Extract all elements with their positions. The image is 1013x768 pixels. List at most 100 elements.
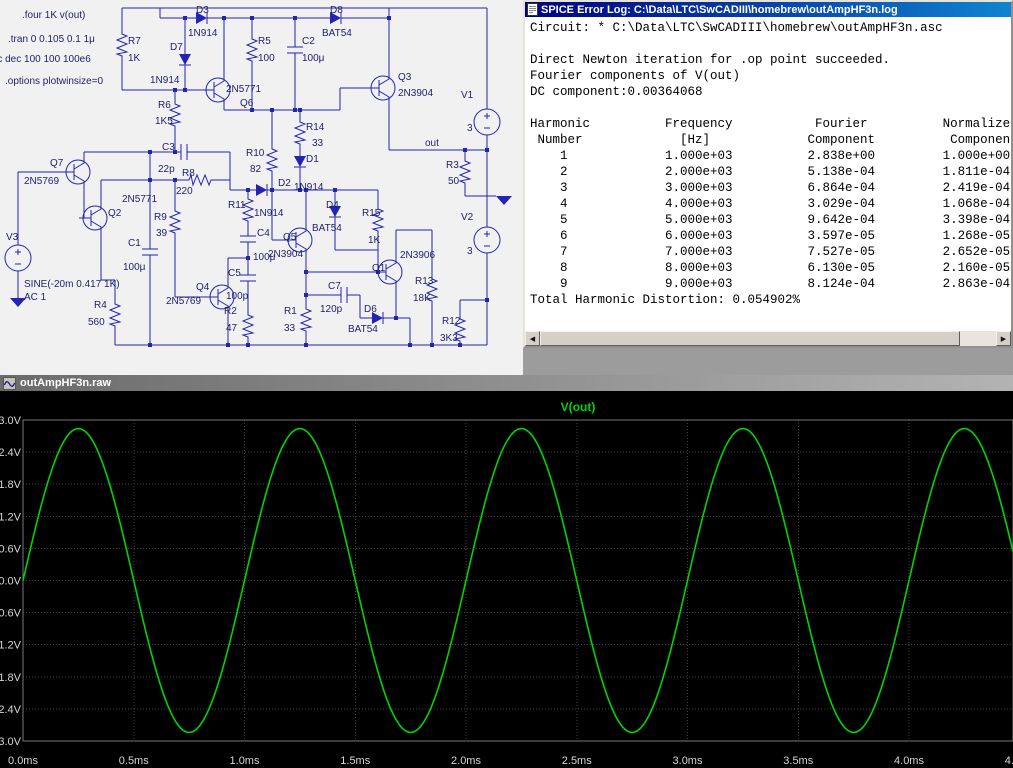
wire-junction (173, 178, 177, 182)
schematic-label: 2N3906 (400, 250, 435, 261)
log-line: 6 6.000e+03 3.597e-05 1.268e-05 (530, 228, 1011, 244)
waveform-icon (3, 377, 16, 390)
x-tick-label: 0.5ms (119, 755, 149, 767)
schematic-label: BAT54 (312, 223, 342, 234)
scroll-right-button[interactable]: ▶ (996, 331, 1011, 346)
log-line: 1 1.000e+03 2.838e+00 1.000e+00 (530, 148, 1011, 164)
schematic-label: .options plotwinsize=0 (5, 76, 104, 87)
schematic-label: 33 (284, 323, 296, 334)
log-content[interactable]: Circuit: * C:\Data\LTC\SwCADIII\homebrew… (525, 17, 1011, 331)
schematic-label: R12 (442, 316, 461, 327)
schematic-label: R11 (228, 200, 246, 211)
schematic-label: 82 (250, 164, 262, 175)
y-tick-label: -0.6V (0, 608, 22, 620)
schematic-label: Q7 (50, 158, 64, 169)
schematic-label: SINE(-20m 0.417 1K) (24, 279, 120, 290)
schematic-label: BAT54 (348, 324, 378, 335)
schematic-label: 100μ (123, 262, 146, 273)
h-scrollbar[interactable]: ◀ ▶ (525, 331, 1011, 346)
schematic-label: V3 (6, 232, 19, 243)
wire-junction (246, 188, 250, 192)
schematic-label: 1K (368, 235, 381, 246)
schematic-label: R15 (362, 208, 381, 219)
schematic-label: R4 (94, 300, 107, 311)
wire-junction (183, 16, 187, 20)
wire-junction (183, 88, 187, 92)
wire-junction (485, 148, 489, 152)
schematic-label: R6 (158, 100, 171, 111)
schematic-label: R1 (284, 306, 297, 317)
y-tick-label: 1.8V (0, 479, 22, 491)
schematic-label: 2N3904 (398, 88, 433, 99)
waveform-window: outAmpHF3n.raw 3.0V2.4V1.8V1.2V0.6V0.0V-… (0, 375, 1013, 768)
wire-junction (298, 108, 302, 112)
trace-legend: V(out) (561, 400, 596, 414)
schematic-label: 50 (448, 176, 460, 187)
log-line: Circuit: * C:\Data\LTC\SwCADIII\homebrew… (530, 20, 1011, 36)
schematic-label: 18K (413, 293, 431, 304)
wire-junction (304, 270, 308, 274)
schematic-label: BAT54 (322, 28, 352, 39)
log-line (530, 100, 1011, 116)
wire-junction (270, 108, 274, 112)
schematic-label: 1N914 (294, 182, 324, 193)
schematic-label: 220 (176, 186, 193, 197)
schematic-label: 33 (312, 138, 324, 149)
scrollbar-track[interactable] (540, 331, 996, 346)
waveform-titlebar[interactable]: outAmpHF3n.raw (0, 375, 1013, 391)
schematic-label: 39 (156, 228, 168, 239)
log-line (530, 36, 1011, 52)
scroll-left-button[interactable]: ◀ (525, 331, 540, 346)
schematic-label: 1N914 (150, 75, 180, 86)
wire-junction (250, 16, 254, 20)
waveform-plot[interactable]: 3.0V2.4V1.8V1.2V0.6V0.0V-0.6V-1.2V-1.8V-… (0, 391, 1013, 768)
wire-junction (387, 16, 391, 20)
x-tick-label: 1.5ms (340, 755, 370, 767)
schematic-label: 3 (467, 246, 473, 257)
y-tick-label: 0.0V (0, 576, 22, 588)
x-tick-label: 1.0ms (230, 755, 260, 767)
schematic-label: C5 (228, 268, 241, 279)
log-line: Direct Newton iteration for .op point su… (530, 52, 1011, 68)
y-tick-label: -3.0V (0, 736, 22, 748)
schematic-label: out (425, 138, 439, 149)
wire-junction (148, 343, 152, 347)
schematic-label: D3 (196, 5, 209, 16)
schematic-editor[interactable]: .four 1K v(out).tran 0 0.105 0.1 1μ.ac d… (0, 0, 523, 375)
schematic-label: R14 (306, 122, 325, 133)
schematic-label: R8 (182, 168, 195, 179)
schematic-label: .ac dec 100 100 100e6 (0, 54, 91, 65)
log-line: Harmonic Frequency Fourier Normalized (530, 116, 1011, 132)
schematic-label: 1K (128, 53, 141, 64)
y-tick-label: -1.2V (0, 640, 22, 652)
wire-junction (226, 343, 230, 347)
schematic-label: 3K3 (440, 333, 458, 344)
schematic-label: 2N5771 (226, 84, 261, 95)
y-tick-label: 3.0V (0, 415, 22, 427)
log-line: 3 3.000e+03 6.864e-04 2.419e-04 (530, 180, 1011, 196)
wire-junction (148, 150, 152, 154)
schematic-canvas[interactable]: .four 1K v(out).tran 0 0.105 0.1 1μ.ac d… (0, 0, 523, 375)
log-line: Total Harmonic Distortion: 0.054902% (530, 292, 1011, 308)
log-line: 7 7.000e+03 7.527e-05 2.652e-05 (530, 244, 1011, 260)
schematic-label: 120p (320, 304, 343, 315)
schematic-label: R2 (224, 306, 237, 317)
schematic-label: D1 (306, 154, 319, 165)
scrollbar-thumb[interactable] (540, 331, 960, 346)
schematic-label: 2N3904 (268, 249, 303, 260)
left-arrow-icon: ◀ (530, 335, 535, 343)
schematic-label: C2 (302, 36, 315, 47)
wire-junction (333, 188, 337, 192)
schematic-label: 2N5769 (24, 176, 59, 187)
error-log-titlebar[interactable]: SPICE Error Log: C:\Data\LTC\SwCADIII\ho… (525, 2, 1011, 17)
wire-junction (293, 108, 297, 112)
schematic-label: R13 (415, 276, 434, 287)
schematic-label: 47 (226, 323, 238, 334)
schematic-label: Q3 (398, 72, 412, 83)
log-line: 5 5.000e+03 9.642e-04 3.398e-04 (530, 212, 1011, 228)
spice-error-log-window: SPICE Error Log: C:\Data\LTC\SwCADIII\ho… (523, 0, 1013, 348)
log-line: 2 2.000e+03 5.138e-04 1.811e-04 (530, 164, 1011, 180)
wire-junction (394, 316, 398, 320)
schematic-label: D6 (364, 304, 377, 315)
x-tick-label: 2.0ms (451, 755, 481, 767)
